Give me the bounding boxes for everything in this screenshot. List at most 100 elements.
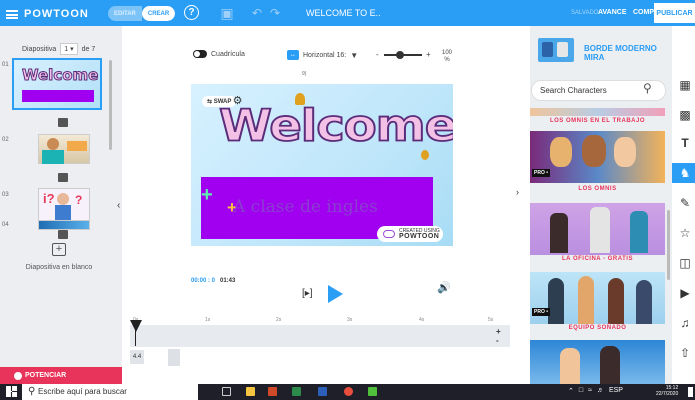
collapse-left-icon[interactable]: ‹	[117, 200, 120, 211]
notifications-icon[interactable]	[688, 387, 693, 397]
mode-edit-tab[interactable]: EDITAR	[108, 6, 142, 21]
style-thumbnail[interactable]	[538, 38, 574, 62]
pack-card-omnis[interactable]: PRO •	[530, 131, 665, 183]
pack-label[interactable]: LA OFICINA - GRATIS	[530, 256, 665, 262]
pack-card-office[interactable]	[530, 203, 665, 255]
word-icon[interactable]	[318, 387, 327, 396]
welcome-heading[interactable]: Welcome	[218, 100, 453, 152]
timeline-track[interactable]	[130, 325, 510, 347]
preview-button[interactable]: AVANCE	[598, 9, 627, 16]
taskbar-search-input[interactable]: Escribe aquí para buscar	[22, 384, 198, 400]
thumb-heading: Welcome	[21, 66, 99, 85]
excel-icon[interactable]	[292, 387, 301, 396]
chevron-up-icon[interactable]: ⌃	[568, 387, 574, 395]
app-brand[interactable]: POWTOON	[6, 8, 89, 20]
zoom-value: 100 %	[441, 50, 452, 63]
search-icon[interactable]: ⚲	[643, 81, 652, 95]
media-icon[interactable]: ◫	[678, 256, 692, 270]
file-explorer-icon[interactable]	[246, 387, 255, 396]
app-icon[interactable]	[368, 387, 377, 396]
timeline-slot[interactable]	[168, 349, 180, 366]
play-scene-button[interactable]: [▸]	[302, 288, 313, 299]
pack-card-next[interactable]	[530, 340, 665, 384]
background-icon[interactable]: ▩	[678, 108, 692, 122]
task-view-icon[interactable]	[222, 387, 231, 396]
character-face	[582, 135, 606, 167]
gear-icon[interactable]: ⚙	[231, 95, 244, 108]
help-icon[interactable]: ?	[184, 5, 199, 20]
pack-label[interactable]: LOS OMNIS EN EL TRABAJO	[530, 118, 665, 124]
duplicate-slide-icon[interactable]	[58, 230, 68, 239]
zoom-out-icon[interactable]: -	[376, 50, 379, 59]
character-figure	[578, 276, 594, 324]
slide-thumbnail-2[interactable]	[38, 134, 90, 164]
duplicate-slide-icon[interactable]	[58, 118, 68, 127]
toggle-switch[interactable]	[193, 50, 207, 58]
undo-icon[interactable]: ↶	[248, 4, 266, 22]
slide-thumbnail-4[interactable]	[38, 220, 90, 230]
zoom-slider-handle[interactable]	[396, 51, 404, 59]
orientation-select[interactable]: ↔ Horizontal 16: ▼	[287, 50, 358, 60]
grid-toggle[interactable]: Cuadrícula	[193, 50, 245, 58]
volume-icon[interactable]: 🔊	[437, 281, 451, 294]
mode-create-tab[interactable]: CREAR	[141, 6, 176, 21]
duplicate-slide-icon[interactable]	[58, 173, 68, 182]
slide-number: 01	[2, 62, 9, 68]
style-title[interactable]: BORDE MODERNO MIRA	[584, 44, 669, 62]
volume-tray-icon[interactable]: ♬	[597, 387, 604, 395]
pack-label[interactable]: EQUIPO SOÑADO	[530, 325, 665, 331]
redo-icon[interactable]: ↷	[266, 4, 284, 22]
network-icon[interactable]: □	[579, 387, 583, 395]
timeline-tick: 1s	[205, 317, 211, 323]
pack-card-dream-team[interactable]: PRO •	[530, 272, 665, 324]
layout-icon[interactable]: ▦	[678, 78, 692, 92]
timeline-tick: 3s	[347, 317, 353, 323]
props-icon[interactable]: ✎	[678, 196, 692, 210]
mode-switch[interactable]: EDITAR CREAR	[108, 6, 176, 21]
timeline-zoom-in-icon[interactable]: +	[496, 327, 501, 336]
notes-icon[interactable]: ▣	[218, 4, 236, 22]
thumb-object	[67, 141, 87, 151]
publish-button[interactable]: PUBLICAR	[654, 3, 695, 23]
document-title[interactable]: WELCOME TO E..	[306, 8, 381, 18]
text-icon[interactable]: T	[678, 136, 692, 150]
library-scrollbar[interactable]	[667, 210, 670, 280]
upload-icon[interactable]: ⇧	[678, 346, 692, 360]
thumb-character	[57, 193, 69, 205]
language-indicator[interactable]: ESP	[609, 387, 623, 395]
sparkle-icon: +	[201, 184, 213, 206]
collapse-right-icon[interactable]: ›	[516, 187, 519, 197]
slides-scrollbar[interactable]	[109, 60, 112, 150]
subtitle-text[interactable]: A clase de ingles	[233, 197, 378, 217]
timeline-zoom-out-icon[interactable]: -	[496, 336, 499, 345]
wifi-icon[interactable]: ≈	[588, 387, 592, 395]
chrome-icon[interactable]	[344, 387, 353, 396]
zoom-in-icon[interactable]: +	[426, 50, 431, 59]
video-icon[interactable]: ▶	[678, 286, 692, 300]
play-icon[interactable]	[328, 285, 343, 303]
boost-label: POTENCIAR	[25, 372, 67, 379]
add-blank-slide-icon[interactable]: +	[52, 243, 66, 256]
boost-button[interactable]: POTENCIAR	[0, 367, 122, 384]
slide-select[interactable]: 1 ▾	[60, 43, 78, 55]
characters-icon[interactable]: ♞	[678, 166, 692, 180]
slide-label: Diapositiva	[22, 45, 57, 53]
timeline-tick: 5s	[488, 317, 494, 323]
shapes-icon[interactable]: ☆	[678, 226, 692, 240]
menu-icon[interactable]	[6, 9, 18, 19]
slide-number: 02	[2, 137, 9, 143]
slide-thumbnail-3[interactable]: i? ?	[38, 188, 90, 222]
taskbar-clock[interactable]: 15:12 22/7/2020	[656, 385, 678, 397]
character-figure[interactable]	[421, 150, 429, 160]
music-icon[interactable]: ♫	[678, 316, 692, 330]
system-tray: ⌃ □ ≈ ♬ ESP	[568, 387, 623, 395]
add-blank-slide-label[interactable]: Diapositiva en blanco	[24, 264, 94, 272]
pack-card-omnis-work[interactable]	[530, 108, 665, 116]
brand-label: POWTOON	[24, 8, 89, 20]
powerpoint-icon[interactable]	[268, 387, 277, 396]
slide-stage[interactable]: Welcome + + A clase de ingles ⇆ SWAP ⚙ C…	[191, 84, 453, 246]
total-time: 01:43	[220, 278, 236, 284]
pack-label[interactable]: LOS OMNIS	[530, 186, 665, 192]
slide-thumbnail-1[interactable]: Welcome	[12, 58, 102, 110]
slide-duration-badge[interactable]: 4.4	[130, 350, 144, 364]
